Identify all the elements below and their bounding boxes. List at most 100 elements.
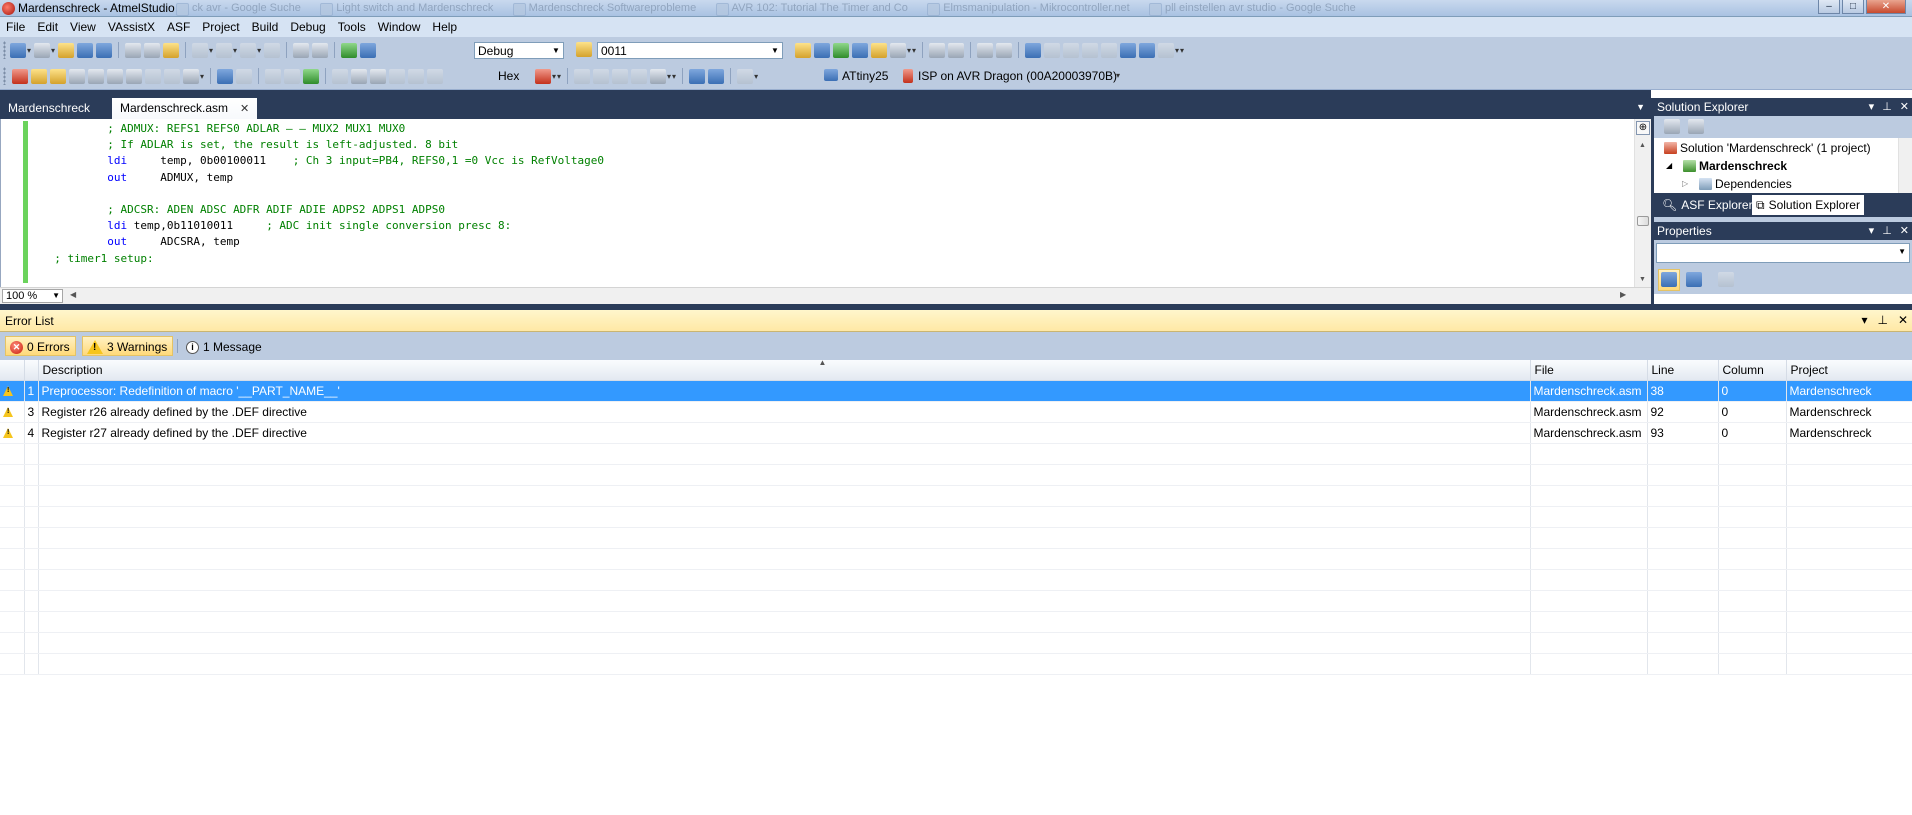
chevron-down-icon[interactable]: ▾ xyxy=(257,46,261,55)
step-out-icon[interactable] xyxy=(351,68,368,84)
chevron-down-icon[interactable]: ▼ xyxy=(550,44,562,57)
pause-icon[interactable] xyxy=(284,68,301,84)
memory-window-icon[interactable] xyxy=(574,68,591,84)
tool-selector[interactable]: ISP on AVR Dragon (00A20003970B) xyxy=(918,69,1117,83)
processor-view-icon[interactable] xyxy=(650,68,667,84)
toolbar-overflow-icon[interactable]: ▾ xyxy=(672,72,676,81)
tab-solution-explorer[interactable]: ⧉ Solution Explorer xyxy=(1752,195,1864,215)
chevron-down-icon[interactable]: ▾ xyxy=(552,72,556,81)
expand-collapse-icon[interactable]: ◢ xyxy=(1666,161,1680,170)
show-all-files-icon[interactable] xyxy=(1664,119,1680,134)
menu-view[interactable]: View xyxy=(64,17,102,34)
list-icon[interactable] xyxy=(183,68,199,84)
continue-icon[interactable] xyxy=(303,68,320,84)
menu-vassistx[interactable]: VAssistX xyxy=(102,17,161,34)
open-folder-icon[interactable] xyxy=(31,68,47,84)
column-header-number[interactable] xyxy=(24,360,39,381)
column-header-description[interactable]: Description ▲ xyxy=(38,358,1531,381)
code-text[interactable]: ; ADMUX: REFS1 REFS0 ADLAR – – MUX2 MUX1… xyxy=(41,121,1621,267)
cut-icon[interactable] xyxy=(125,42,142,58)
code-line[interactable]: ldi temp,0b11010011 ; ADC init single co… xyxy=(41,218,1621,234)
column-header-file[interactable]: File xyxy=(1530,360,1648,381)
atmel-studio-app-icon[interactable] xyxy=(2,2,15,15)
outdent-icon[interactable] xyxy=(948,42,965,58)
chevron-down-icon[interactable]: ▾ xyxy=(200,72,204,81)
close-tab-icon[interactable]: ✕ xyxy=(240,103,249,115)
copy-icon[interactable] xyxy=(144,42,161,58)
start-without-debugging-icon[interactable] xyxy=(360,42,377,58)
column-header-column[interactable]: Column xyxy=(1718,360,1787,381)
close-panel-icon[interactable]: ✕ xyxy=(1900,224,1909,237)
previous-bookmark-in-document-icon[interactable] xyxy=(1120,42,1137,58)
show-next-statement-icon[interactable] xyxy=(389,68,406,84)
properties-object-select[interactable]: ▼ xyxy=(1656,243,1910,263)
close-window-button[interactable]: ✕ xyxy=(1866,0,1906,14)
messages-filter-toggle[interactable]: i 1 Message xyxy=(182,336,267,356)
editor-vertical-scrollbar[interactable]: ⊕ ▲ ▼ xyxy=(1634,119,1651,287)
break-all-icon[interactable] xyxy=(217,68,234,84)
settings-icon[interactable] xyxy=(69,68,85,84)
spell-check-icon[interactable] xyxy=(145,68,161,84)
next-bookmark-icon[interactable] xyxy=(1063,42,1080,58)
start-debugging-icon[interactable] xyxy=(341,42,358,58)
toolbar-grip[interactable] xyxy=(3,67,6,85)
save-all-icon[interactable] xyxy=(96,42,113,58)
io-view-icon[interactable] xyxy=(631,68,648,84)
error-list-row[interactable]: 1Preprocessor: Redefinition of macro '__… xyxy=(0,380,1912,402)
menu-file[interactable]: File xyxy=(0,17,31,34)
call-stack-icon[interactable] xyxy=(737,68,754,84)
tree-item-solution[interactable]: Solution 'Mardenschreck' (1 project) xyxy=(1664,139,1871,156)
chevron-down-icon[interactable]: ▾ xyxy=(51,46,55,55)
warnings-filter-toggle[interactable]: 3 Warnings xyxy=(82,336,174,356)
toolbar-overflow-icon[interactable]: ▾ xyxy=(1180,46,1184,55)
run-to-cursor-icon[interactable] xyxy=(370,68,387,84)
zoom-select[interactable]: 100 % ▼ xyxy=(2,289,63,303)
minimize-button[interactable]: – xyxy=(1818,0,1840,14)
paste-icon[interactable] xyxy=(163,42,180,58)
code-line[interactable] xyxy=(41,186,1621,202)
alphabetical-sort-icon[interactable] xyxy=(1686,272,1702,287)
registers-window-icon[interactable] xyxy=(593,68,610,84)
panel-menu-chevron-icon[interactable]: ▾ xyxy=(1861,313,1867,327)
menu-help[interactable]: Help xyxy=(426,17,463,34)
code-line[interactable]: out ADMUX, temp xyxy=(41,170,1621,186)
chevron-down-icon[interactable]: ▼ xyxy=(1898,247,1906,256)
restart-icon[interactable] xyxy=(427,68,444,84)
background-tab[interactable]: AVR 102: Tutorial The Timer and Co xyxy=(710,0,914,17)
find-results-icon[interactable] xyxy=(795,42,811,58)
close-panel-icon[interactable]: ✕ xyxy=(1900,100,1909,113)
code-icon[interactable] xyxy=(126,68,142,84)
tab-asf-explorer[interactable]: 🔍︎ ASF Explorer xyxy=(1658,195,1757,215)
step-over-icon[interactable] xyxy=(332,68,349,84)
device-chip-icon[interactable] xyxy=(824,69,838,81)
toolbar-overflow-icon[interactable]: ▾ xyxy=(557,72,561,81)
watch-window-icon[interactable] xyxy=(689,68,706,84)
pin-icon[interactable] xyxy=(50,68,66,84)
redo-icon[interactable] xyxy=(216,42,233,58)
disassembly-window-icon[interactable] xyxy=(612,68,629,84)
split-editor-icon[interactable]: ⊕ xyxy=(1636,121,1650,135)
chevron-down-icon[interactable]: ▾ xyxy=(209,46,213,55)
find-combo[interactable]: 0011 ▼ xyxy=(597,42,783,59)
find-icon[interactable] xyxy=(312,42,329,58)
tree-item-project[interactable]: ◢ Mardenschreck xyxy=(1666,157,1787,174)
code-line[interactable]: ; timer1 setup: xyxy=(41,251,1621,267)
properties-icon[interactable] xyxy=(852,42,868,58)
code-line[interactable]: ; ADCSR: ADEN ADSC ADFR ADIF ADIE ADPS2 … xyxy=(41,202,1621,218)
chevron-down-icon[interactable]: ▾ xyxy=(667,72,671,81)
tree-item-dependencies[interactable]: ▷ Dependencies xyxy=(1682,175,1792,192)
menu-edit[interactable]: Edit xyxy=(31,17,64,34)
navigate-forward-icon[interactable] xyxy=(264,42,281,58)
column-header-line[interactable]: Line xyxy=(1647,360,1719,381)
tool-icon[interactable] xyxy=(903,69,913,83)
chevron-down-icon[interactable]: ▾ xyxy=(907,46,911,55)
code-editor[interactable]: ; ADMUX: REFS1 REFS0 ADLAR – – MUX2 MUX1… xyxy=(0,119,1651,287)
property-pages-icon[interactable] xyxy=(1718,272,1734,287)
code-line[interactable]: ; ADMUX: REFS1 REFS0 ADLAR – – MUX2 MUX1… xyxy=(41,121,1621,137)
previous-bookmark-in-folder-icon[interactable] xyxy=(1082,42,1099,58)
object-browser-icon[interactable] xyxy=(871,42,887,58)
chevron-down-icon[interactable]: ▼ xyxy=(52,290,60,302)
build-icon[interactable] xyxy=(293,42,310,58)
menu-debug[interactable]: Debug xyxy=(284,17,331,34)
tab-overflow-chevron-icon[interactable]: ▼ xyxy=(1636,102,1645,112)
